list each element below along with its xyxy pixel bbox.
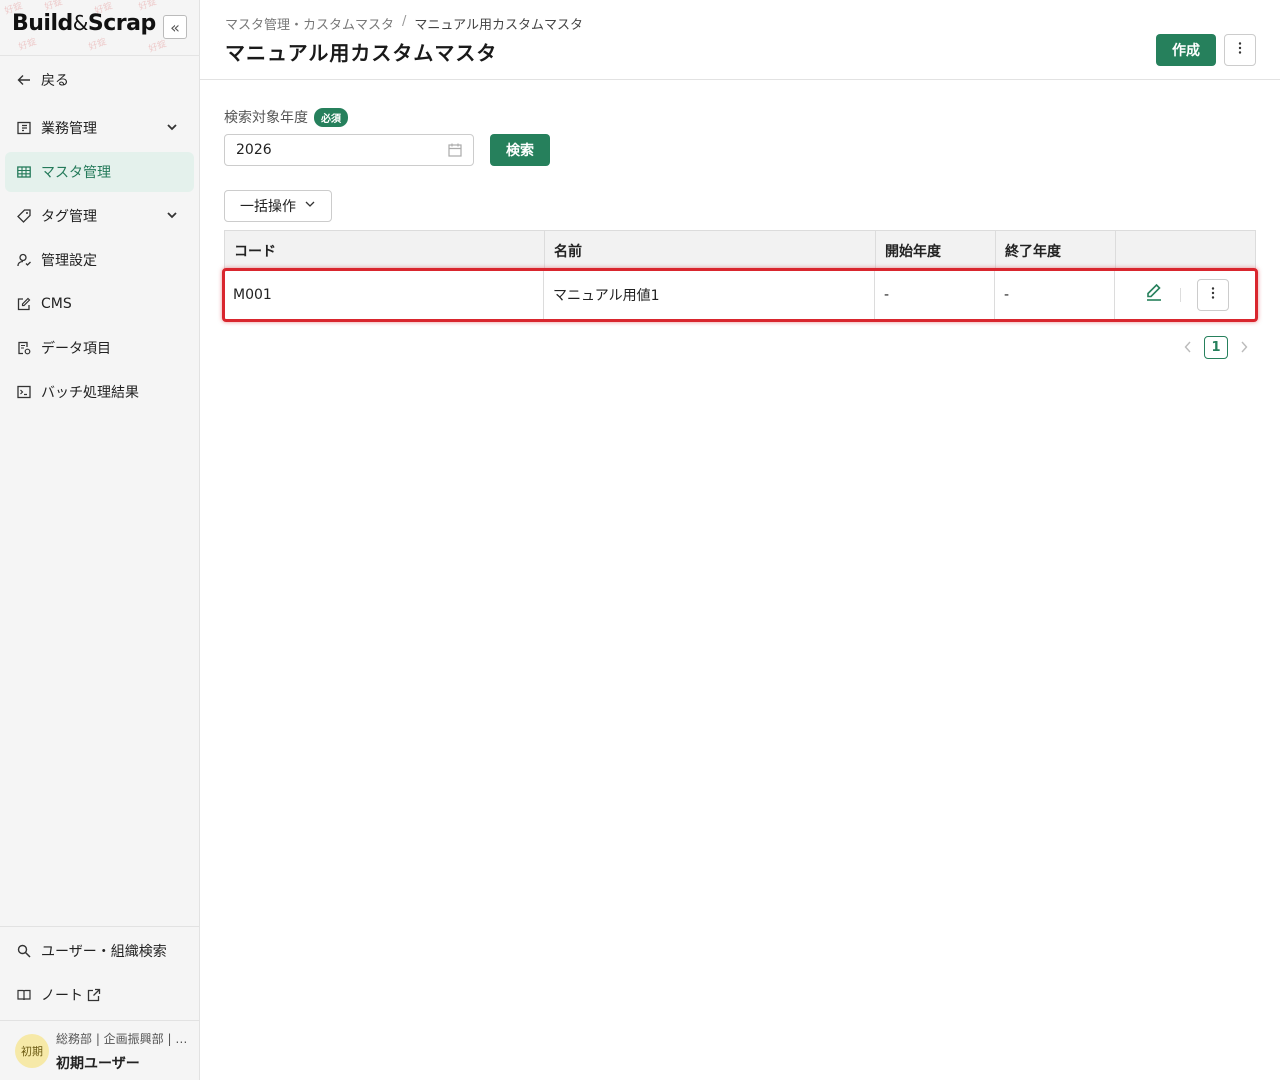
cell-end-year: - (995, 270, 1115, 320)
svg-text:好錠: 好錠 (87, 35, 108, 52)
page-header: マスタ管理・カスタムマスタ / マニュアル用カスタムマスタ マニュアル用カスタム… (200, 0, 1280, 80)
search-icon (16, 943, 32, 959)
cell-code: M001 (224, 270, 544, 320)
action-divider (1180, 288, 1181, 302)
chevron-right-icon (1241, 341, 1248, 353)
sidebar-item-label: マスタ管理 (41, 165, 111, 181)
chevron-down-icon (304, 198, 316, 214)
pencil-icon (1144, 282, 1164, 306)
column-header-end-year: 終了年度 (996, 231, 1116, 270)
logo-area: 好錠 好錠 好錠 好錠 好錠 好錠 好錠 Build&Scrap « (0, 0, 200, 56)
sidebar-item-cms[interactable]: CMS (5, 284, 194, 324)
external-link-icon (87, 988, 101, 1002)
sidebar-item-label: CMS (41, 296, 72, 312)
search-year-label-text: 検索対象年度 (224, 110, 308, 126)
search-button[interactable]: 検索 (490, 134, 550, 166)
breadcrumb-item-master[interactable]: マスタ管理・カスタムマスタ (225, 14, 394, 33)
breadcrumb-item-current: マニュアル用カスタムマスタ (414, 18, 584, 33)
column-header-start-year: 開始年度 (876, 231, 996, 270)
avatar: 初期 (15, 1034, 49, 1068)
back-button[interactable]: 戻る (5, 60, 194, 100)
bulk-action-dropdown[interactable]: 一括操作 (224, 190, 332, 222)
sidebar-item-label: ノート (41, 988, 83, 1004)
double-chevron-left-icon: « (170, 17, 180, 37)
row-more-button[interactable] (1197, 279, 1229, 311)
cell-start-year: - (875, 270, 995, 320)
sidebar-item-label: 管理設定 (41, 253, 97, 269)
sidebar: 好錠 好錠 好錠 好錠 好錠 好錠 好錠 Build&Scrap « 戻る 業務… (0, 0, 200, 1080)
table-row[interactable]: M001 マニュアル用値1 - - (222, 268, 1258, 322)
sidebar-item-admin-settings[interactable]: 管理設定 (5, 240, 194, 280)
logo-scrap: Scrap (87, 11, 156, 36)
column-header-actions (1116, 231, 1255, 270)
current-user[interactable]: 初期 総務部 | 企画振興部 | … 初期ユーザー (0, 1020, 199, 1080)
search-year-input[interactable]: 2026 (224, 134, 474, 166)
logo-build: Build (12, 11, 73, 36)
pagination-next-button[interactable] (1236, 338, 1252, 356)
tag-icon (16, 208, 32, 224)
sidebar-item-tag[interactable]: タグ管理 (5, 196, 194, 236)
search-year-label: 検索対象年度 必須 (224, 107, 348, 127)
pagination-prev-button[interactable] (1180, 338, 1196, 356)
table-header: コード 名前 開始年度 終了年度 (224, 230, 1256, 270)
breadcrumb: マスタ管理・カスタムマスタ / マニュアル用カスタムマスタ (225, 14, 583, 33)
svg-text:好錠: 好錠 (17, 35, 38, 52)
sidebar-item-user-org-search[interactable]: ユーザー・組織検索 (5, 931, 194, 971)
data-items-icon (16, 340, 32, 356)
cell-name: マニュアル用値1 (544, 270, 875, 320)
header-more-button[interactable] (1224, 34, 1256, 66)
breadcrumb-separator: / (402, 14, 407, 29)
search-year-value: 2026 (236, 142, 272, 158)
table-grid-icon (16, 164, 32, 180)
sidebar-divider (0, 926, 199, 927)
app-logo[interactable]: Build&Scrap (12, 11, 156, 36)
sidebar-item-label: データ項目 (41, 341, 111, 357)
chevron-down-icon (166, 209, 178, 225)
sidebar-item-label: ユーザー・組織検索 (41, 944, 167, 960)
page-title: マニュアル用カスタムマスタ (225, 41, 498, 65)
edit-row-button[interactable] (1142, 282, 1166, 306)
more-vertical-icon (1211, 286, 1215, 304)
sidebar-item-note[interactable]: ノート (5, 975, 194, 1015)
back-label: 戻る (41, 73, 69, 89)
column-header-name: 名前 (545, 231, 876, 270)
bulk-action-label: 一括操作 (240, 199, 296, 215)
collapse-sidebar-button[interactable]: « (163, 15, 187, 39)
logo-ampersand: & (72, 11, 89, 35)
sidebar-item-gyomu[interactable]: 業務管理 (5, 108, 194, 148)
required-badge: 必須 (314, 107, 348, 127)
sidebar-item-label: 業務管理 (41, 121, 97, 137)
arrow-left-icon (16, 72, 32, 88)
sidebar-item-label: バッチ処理結果 (41, 385, 139, 401)
chevron-left-icon (1184, 341, 1191, 353)
terminal-icon (16, 384, 32, 400)
book-icon (16, 987, 32, 1003)
user-department: 総務部 | 企画振興部 | … (56, 1032, 188, 1046)
sidebar-item-data-items[interactable]: データ項目 (5, 328, 194, 368)
svg-text:好錠: 好錠 (147, 37, 168, 54)
user-name: 初期ユーザー (56, 1056, 140, 1072)
edit-square-icon (16, 296, 32, 312)
create-button[interactable]: 作成 (1156, 34, 1216, 66)
pagination-page-1[interactable]: 1 (1204, 336, 1228, 359)
document-panel-icon (16, 120, 32, 136)
user-settings-icon (16, 252, 32, 268)
sidebar-item-master[interactable]: マスタ管理 (5, 152, 194, 192)
sidebar-item-label: タグ管理 (41, 209, 97, 225)
column-header-code: コード (225, 231, 545, 270)
more-vertical-icon (1238, 41, 1242, 59)
calendar-icon[interactable] (448, 143, 462, 161)
chevron-down-icon (166, 121, 178, 137)
sidebar-item-batch-results[interactable]: バッチ処理結果 (5, 372, 194, 412)
